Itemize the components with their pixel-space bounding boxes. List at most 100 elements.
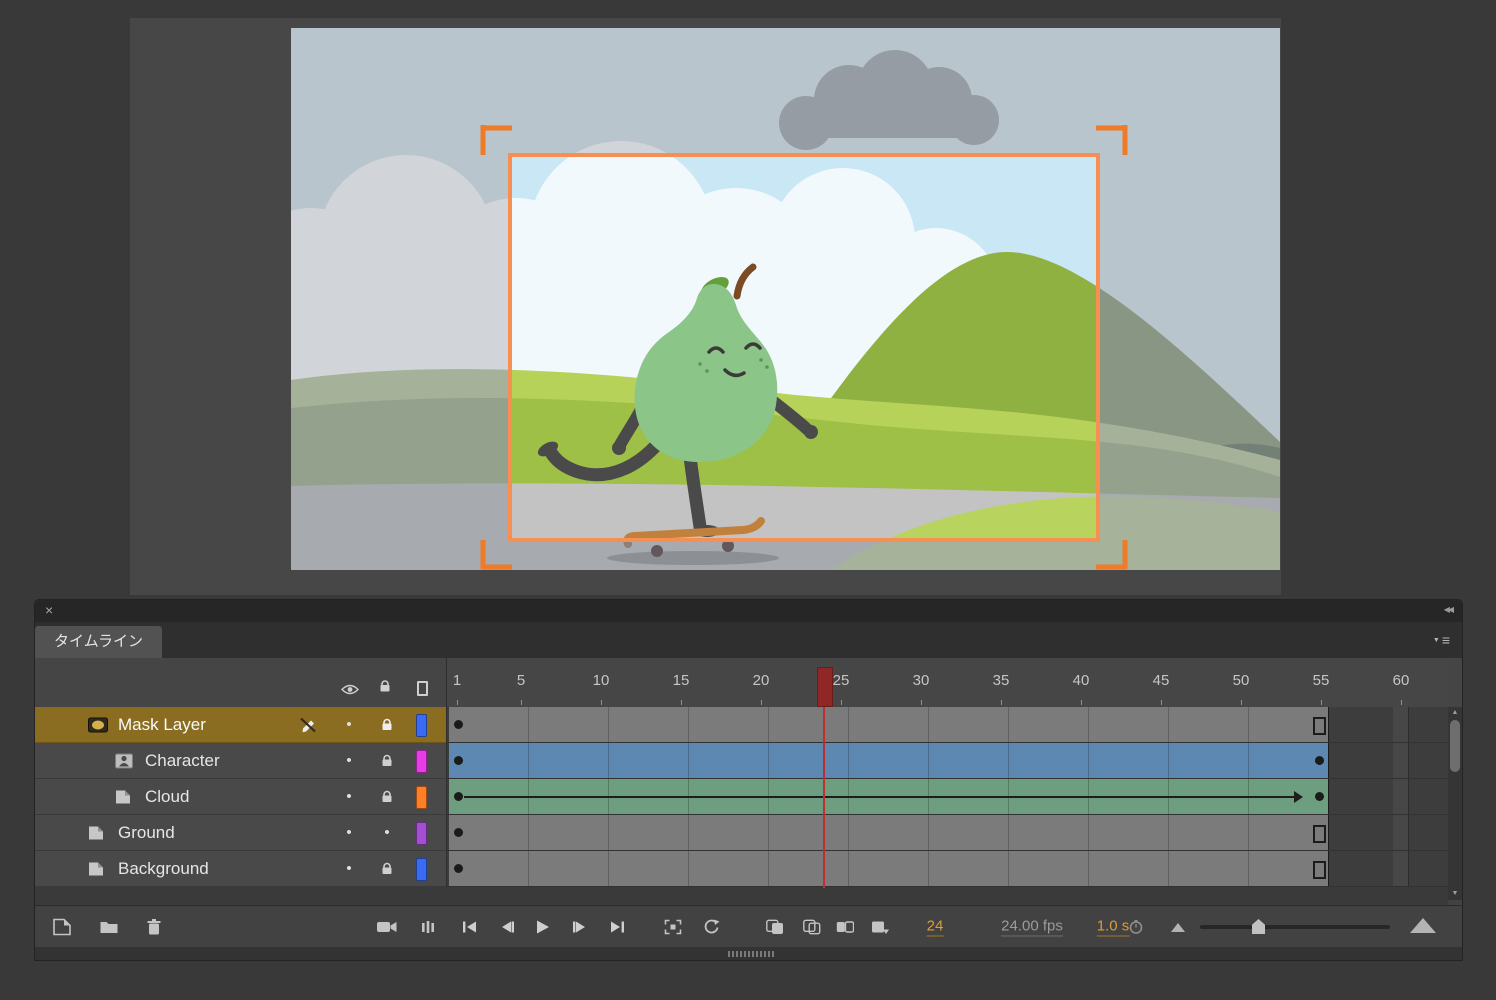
keyframe-dot[interactable] (454, 720, 463, 729)
layer-frames-character[interactable] (446, 743, 1449, 779)
scroll-up-arrow[interactable]: ▲ (1448, 707, 1462, 719)
ruler-tick (1001, 700, 1002, 705)
rows-empty-strip (35, 887, 1448, 905)
layer-lock-icon[interactable] (379, 718, 395, 731)
step-back-button[interactable] (499, 921, 515, 934)
end-frame-marker[interactable] (1313, 861, 1326, 879)
add-camera-button[interactable] (377, 921, 398, 934)
current-frame-value[interactable]: 24 (927, 918, 944, 937)
layer-frames-ground[interactable] (446, 815, 1449, 851)
timeline-panel: × ◀◀ タイムライン ▼≡ 151 (35, 600, 1462, 960)
timeline-zoom-slider-track[interactable] (1200, 925, 1390, 929)
layer-visible-dot[interactable]: • (341, 756, 357, 766)
ruler-tick (521, 700, 522, 705)
stopwatch-icon (1129, 920, 1144, 935)
lock-unlock-all-layers-icon[interactable] (379, 680, 391, 698)
step-forward-button[interactable] (572, 921, 588, 934)
layer-name[interactable]: Mask Layer (118, 715, 206, 735)
layer-outline-swatch[interactable] (416, 714, 427, 737)
layer-name[interactable]: Background (118, 859, 209, 879)
layer-visible-dot[interactable]: • (341, 720, 357, 730)
new-folder-button[interactable] (100, 920, 119, 934)
outline-all-layers-icon[interactable] (417, 681, 428, 696)
tab-timeline-label: タイムライン (54, 633, 143, 650)
timeline-body: 151015202530354045505560 Mask Layer • (35, 658, 1462, 960)
layer-visible-dot[interactable]: • (341, 792, 357, 802)
layer-row-mask-layer[interactable]: Mask Layer • (35, 707, 1448, 743)
end-frame-marker[interactable] (1313, 825, 1326, 843)
ruler-frame-number: 50 (1233, 672, 1250, 689)
ruler-frame-number: 55 (1313, 672, 1330, 689)
layer-frames-cloud[interactable] (446, 779, 1449, 815)
layer-visible-dot[interactable]: • (341, 864, 357, 874)
scrollbar-thumb[interactable] (1450, 720, 1460, 772)
layer-outline-swatch[interactable] (416, 858, 427, 881)
layer-lock-icon[interactable] (379, 754, 395, 767)
horizontal-scrollbar-strip (35, 947, 1462, 960)
layer-name[interactable]: Ground (118, 823, 175, 843)
keyframe-dot[interactable] (454, 756, 463, 765)
ruler-tick (841, 700, 842, 705)
onion-skin-outlines-button[interactable] (803, 920, 821, 935)
timeline-header: 151015202530354045505560 (35, 658, 1462, 708)
ruler-frame-number: 45 (1153, 672, 1170, 689)
keyframe-dot[interactable] (1315, 792, 1324, 801)
ruler-frame-number: 15 (673, 672, 690, 689)
close-panel-icon[interactable]: × (45, 602, 53, 618)
stage-canvas[interactable] (291, 28, 1280, 570)
layer-frames-background[interactable] (446, 851, 1449, 887)
loop-playback-button[interactable] (704, 920, 720, 935)
layer-lock-icon[interactable] (379, 862, 395, 875)
ruler-tick (921, 700, 922, 705)
layer-rows: Mask Layer • (35, 707, 1448, 887)
show-hide-all-layers-icon[interactable] (341, 682, 359, 700)
keyframe-dot[interactable] (454, 828, 463, 837)
layer-outline-swatch[interactable] (416, 822, 427, 845)
layer-name[interactable]: Character (145, 751, 220, 771)
layer-frames-mask-layer[interactable] (446, 707, 1449, 743)
layer-unlocked-dot[interactable]: • (379, 828, 395, 838)
vertical-scrollbar[interactable]: ▲ ▼ (1448, 707, 1462, 900)
layer-outline-swatch[interactable] (416, 750, 427, 773)
ruler-tick (1321, 700, 1322, 705)
tab-timeline[interactable]: タイムライン (35, 626, 162, 658)
frame-rate-value[interactable]: 24.00 fps (1001, 918, 1063, 937)
new-layer-button[interactable] (53, 919, 71, 936)
go-to-first-frame-button[interactable] (462, 921, 478, 934)
timeline-zoom-slider-thumb[interactable] (1252, 919, 1265, 934)
edit-multiple-frames-button[interactable] (836, 920, 854, 935)
ruler-frame-number: 10 (593, 672, 610, 689)
layer-row-ground[interactable]: Ground • • (35, 815, 1448, 851)
scroll-down-arrow[interactable]: ▼ (1448, 888, 1462, 900)
zoom-timeline-in-icon[interactable] (1410, 918, 1436, 933)
onion-skin-button[interactable] (766, 920, 784, 935)
go-to-last-frame-button[interactable] (609, 921, 625, 934)
layer-lock-icon[interactable] (379, 790, 395, 803)
elapsed-time-value[interactable]: 1.0 s (1097, 918, 1130, 937)
keyframe-dot[interactable] (454, 864, 463, 873)
layer-row-character[interactable]: Character • (35, 743, 1448, 779)
layer-outline-swatch[interactable] (416, 786, 427, 809)
frame-ruler[interactable]: 151015202530354045505560 (446, 658, 1449, 707)
horizontal-scrollbar-grip[interactable] (728, 951, 774, 957)
zoom-timeline-out-icon[interactable] (1171, 923, 1185, 932)
center-frame-button[interactable] (665, 920, 682, 935)
play-button[interactable] (536, 920, 550, 935)
layer-row-background[interactable]: Background • (35, 851, 1448, 887)
collapse-to-icons-icon[interactable]: ◀◀ (1444, 605, 1452, 614)
end-frame-marker[interactable] (1313, 717, 1326, 735)
modify-markers-button[interactable] (871, 920, 889, 935)
ruler-tick (601, 700, 602, 705)
ruler-tick (761, 700, 762, 705)
keyframe-dot[interactable] (1315, 756, 1324, 765)
delete-layer-button[interactable] (146, 919, 162, 936)
layer-row-cloud[interactable]: Cloud • (35, 779, 1448, 815)
panel-title-strip: × ◀◀ (35, 600, 1462, 622)
playhead-handle[interactable] (817, 667, 833, 707)
panel-menu-icon[interactable]: ▼≡ (1433, 632, 1450, 650)
layer-visible-dot[interactable]: • (341, 828, 357, 838)
playhead-line[interactable] (823, 707, 825, 888)
keyframe-dot[interactable] (454, 792, 463, 801)
layer-name[interactable]: Cloud (145, 787, 189, 807)
layer-depth-button[interactable] (421, 920, 435, 934)
